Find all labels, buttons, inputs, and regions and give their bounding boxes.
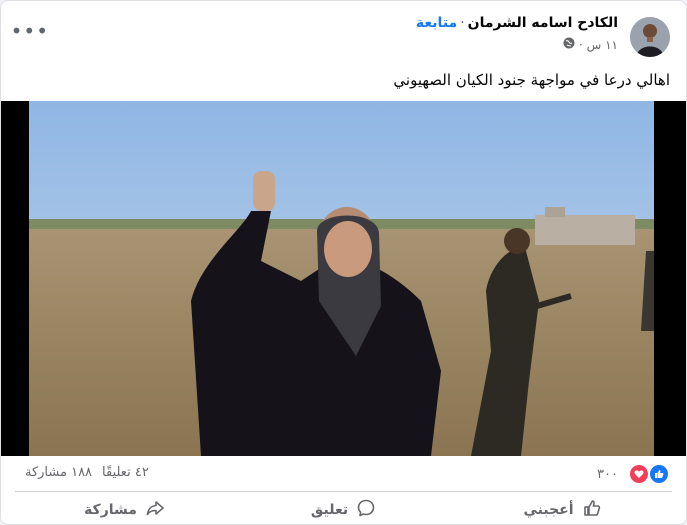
post-header: الكادح اسامه الشرمان·متابعة ١١ س · ••• (11, 15, 670, 61)
video-player[interactable] (1, 101, 686, 456)
post-stats: ٣٠٠ ٤٢ تعليقًا ١٨٨ مشاركة (15, 457, 670, 487)
reactions-count: ٣٠٠ (597, 466, 618, 482)
more-options-icon[interactable]: ••• (11, 21, 49, 49)
author-name[interactable]: الكادح اسامه الشرمان (468, 15, 618, 31)
post-time[interactable]: ١١ س · (579, 38, 618, 52)
comment-label: تعليق (310, 502, 349, 518)
share-label: مشاركة (84, 502, 137, 518)
globe-icon (563, 37, 575, 52)
comments-count[interactable]: ٤٢ تعليقًا (102, 465, 149, 480)
like-reaction-icon (648, 463, 670, 485)
avatar[interactable] (630, 17, 670, 57)
actions-divider (15, 491, 672, 492)
author-line: الكادح اسامه الشرمان·متابعة (416, 15, 618, 31)
comment-icon (356, 498, 376, 522)
post-card: الكادح اسامه الشرمان·متابعة ١١ س · ••• ا… (0, 0, 687, 525)
love-reaction-icon (628, 463, 650, 485)
like-label: أعجبني (523, 502, 574, 518)
reactions-summary[interactable]: ٣٠٠ (597, 463, 670, 485)
engagement-counts: ٤٢ تعليقًا ١٨٨ مشاركة (15, 465, 149, 480)
comment-button[interactable]: تعليق (234, 494, 453, 524)
author-meta: الكادح اسامه الشرمان·متابعة ١١ س · (416, 15, 618, 52)
separator-dot: · (460, 15, 465, 31)
shares-count[interactable]: ١٨٨ مشاركة (25, 465, 92, 480)
post-caption: اهالي درعا في مواجهة جنود الكيان الصهيون… (393, 71, 670, 89)
thumbs-up-icon (582, 498, 602, 522)
action-bar: أعجبني تعليق مشاركة (15, 494, 672, 524)
video-frame (1, 101, 686, 456)
like-button[interactable]: أعجبني (453, 494, 672, 524)
share-arrow-icon (145, 498, 165, 522)
post-time-line: ١١ س · (416, 37, 618, 52)
follow-link[interactable]: متابعة (416, 15, 457, 31)
share-button[interactable]: مشاركة (15, 494, 234, 524)
